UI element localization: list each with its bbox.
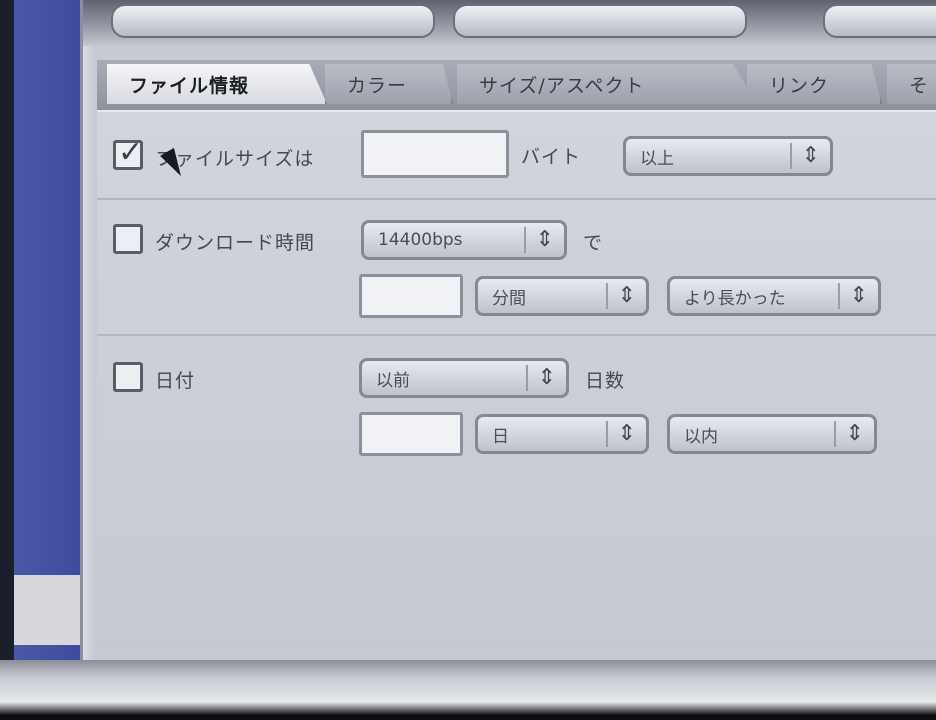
date-unit-value: 日 [492,426,509,447]
date-label: 日付 [155,370,196,392]
file-size-checkbox[interactable]: ✓ [113,135,143,170]
dialog-window: ファイル情報 カラー サイズ/アスペクト リンク そ ✓ ファイルサイズは バイ… [80,0,936,673]
date-period-value: 以内 [684,426,718,447]
select-divider [526,365,528,391]
tab-size-aspect[interactable]: サイズ/アスペクト [457,64,757,104]
toolbar-control-left[interactable] [111,4,435,38]
date-period-select[interactable]: 以内 ⇕ [667,414,877,454]
download-unit-select[interactable]: 分間 ⇕ [475,276,649,316]
updown-arrow-icon: ⇕ [849,283,868,308]
updown-arrow-icon: ⇕ [617,283,636,308]
date-operator-value: 以前 [376,370,410,391]
select-divider [606,283,608,309]
date-value-input[interactable] [359,412,463,456]
tab-color[interactable]: カラー [325,64,453,104]
tab-file-info-label: ファイル情報 [129,74,250,97]
select-divider [834,421,836,447]
date-operator-select[interactable]: 以前 ⇕ [359,358,569,398]
updown-arrow-icon: ⇕ [801,143,820,168]
byte-unit-label: バイト [521,146,582,168]
tab-file-info[interactable]: ファイル情報 [107,64,327,104]
select-divider [790,143,792,169]
download-time-checkbox[interactable] [113,224,143,254]
download-compare-select[interactable]: より長かった ⇕ [667,276,881,316]
download-time-label: ダウンロード時間 [155,232,316,254]
download-time-input[interactable] [359,274,463,318]
file-size-operator-select[interactable]: 以上 ⇕ [623,136,833,176]
updown-arrow-icon: ⇕ [535,227,554,252]
updown-arrow-icon: ⇕ [537,365,556,390]
tab-link[interactable]: リンク [747,64,882,104]
date-suffix-label: 日数 [585,370,626,392]
updown-arrow-icon: ⇕ [845,421,864,446]
tab-other[interactable]: そ [887,64,936,104]
toolbar-control-middle[interactable] [453,4,747,38]
download-unit-value: 分間 [492,288,526,309]
file-size-operator-value: 以上 [640,148,674,169]
select-divider [606,421,608,447]
desktop-bottom-edge [0,660,936,720]
download-speed-select[interactable]: 14400bps ⇕ [361,220,567,260]
download-speed-value: 14400bps [378,230,463,250]
select-divider [524,227,526,253]
date-checkbox[interactable] [113,362,143,392]
checkmark-icon: ✓ [118,135,144,170]
select-divider [838,283,840,309]
tab-other-label: そ [909,74,930,97]
download-suffix-label: で [583,232,604,254]
tab-bar: ファイル情報 カラー サイズ/アスペクト リンク そ [97,60,936,110]
tab-link-label: リンク [769,74,830,97]
screen: ファイル情報 カラー サイズ/アスペクト リンク そ ✓ ファイルサイズは バイ… [0,0,936,720]
download-compare-value: より長かった [684,288,786,309]
toolbar-control-right[interactable] [823,4,936,38]
tab-size-aspect-label: サイズ/アスペクト [479,74,645,97]
date-unit-select[interactable]: 日 ⇕ [475,414,649,454]
section-divider [97,198,936,200]
file-info-panel: ✓ ファイルサイズは バイト 以上 ⇕ ダウンロード時間 14400bps ⇕ … [97,110,936,652]
section-divider [97,334,936,336]
dialog-toolbar [83,0,936,46]
file-size-input[interactable] [361,130,509,178]
tab-color-label: カラー [347,74,408,97]
updown-arrow-icon: ⇕ [617,421,636,446]
